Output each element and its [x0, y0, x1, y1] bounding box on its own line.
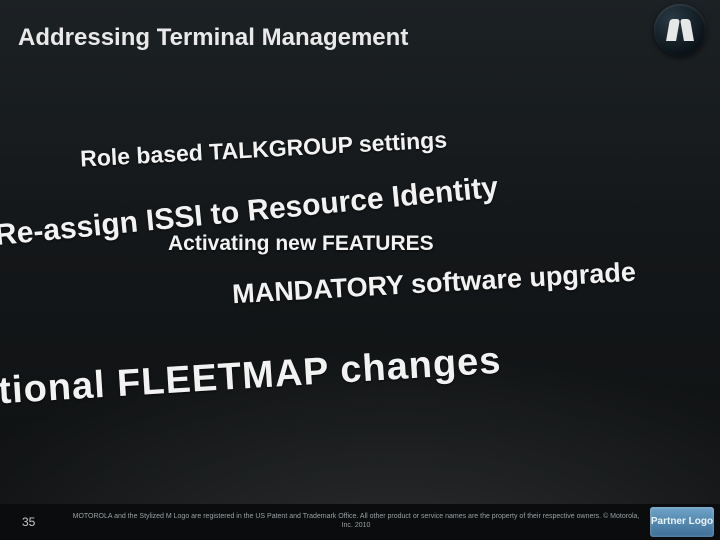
legal-text: MOTOROLA and the Stylized M Logo are reg… — [62, 513, 650, 531]
slide-title: Addressing Terminal Management — [18, 24, 408, 52]
motorola-m-icon — [665, 19, 695, 41]
line-mandatory-upgrade: MANDATORY software upgrade — [231, 257, 636, 311]
line-fleetmap-changes: tional FLEETMAP changes — [0, 340, 503, 414]
partner-logo: Partner Logo — [650, 507, 714, 537]
line-activating-features: Activating new FEATURES — [168, 232, 434, 256]
slide-footer: 35 MOTOROLA and the Stylized M Logo are … — [0, 504, 720, 540]
page-number: 35 — [22, 515, 62, 529]
line-talkgroup: Role based TALKGROUP settings — [80, 126, 448, 172]
motorola-logo — [654, 4, 706, 56]
